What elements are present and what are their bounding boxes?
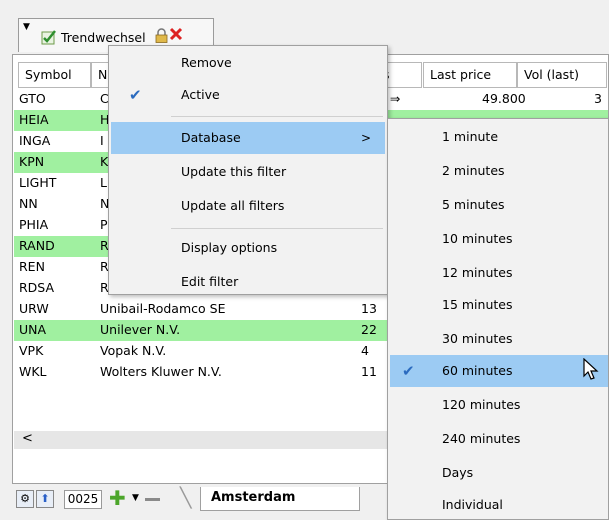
cell-name: I	[100, 133, 104, 148]
cell-symbol: RAND	[19, 238, 55, 253]
submenu-item-label: 60 minutes	[442, 363, 513, 378]
settings-icon[interactable]: ⚙	[16, 490, 34, 508]
mouse-cursor-icon	[583, 358, 599, 380]
column-header-last-price[interactable]: Last price	[423, 62, 517, 88]
submenu-item-240-minutes[interactable]: 240 minutes	[390, 423, 608, 455]
cell-volume: 3	[594, 91, 602, 106]
remove-icon[interactable]	[145, 498, 160, 501]
submenu-item-label: 12 minutes	[442, 265, 513, 280]
cell-symbol: WKL	[19, 364, 47, 379]
submenu-item-10-minutes[interactable]: 10 minutes	[390, 223, 608, 255]
submenu-item-30-minutes[interactable]: 30 minutes	[390, 323, 608, 355]
submenu-item-days[interactable]: Days	[390, 457, 608, 489]
menu-item-label: Database	[181, 130, 241, 145]
menu-item-update-this-filter[interactable]: Update this filter	[111, 156, 385, 188]
cell-symbol: HEIA	[19, 112, 49, 127]
cell-symbol: NN	[19, 196, 38, 211]
submenu-item-15-minutes[interactable]: 15 minutes	[390, 289, 608, 321]
submenu-item-label: Days	[442, 465, 474, 480]
submenu-item-label: 120 minutes	[442, 397, 521, 412]
add-icon[interactable]: ✚	[109, 488, 126, 508]
submenu-item-60-minutes[interactable]: ✔ 60 minutes	[390, 355, 608, 387]
menu-separator	[171, 116, 383, 117]
cell-name: Wolters Kluwer N.V.	[100, 364, 222, 379]
menu-item-display-options[interactable]: Display options	[111, 232, 385, 264]
cell-name: Vopak N.V.	[100, 343, 167, 358]
submenu-item-label: 2 minutes	[442, 163, 505, 178]
submenu-item-label: Individual	[442, 497, 503, 512]
submenu-item-individual[interactable]: Individual	[390, 489, 608, 520]
scroll-left-icon[interactable]: <	[22, 431, 33, 446]
cell-value: 4	[361, 343, 369, 358]
column-header-vol-last[interactable]: Vol (last)	[517, 62, 607, 88]
menu-item-label: Edit filter	[181, 274, 239, 289]
dropdown-arrow-icon[interactable]: ▼	[23, 22, 30, 32]
submenu-item-label: 15 minutes	[442, 297, 513, 312]
cell-last-price: 49.800	[482, 91, 526, 106]
tab-separator: ╲	[180, 487, 192, 509]
submenu-item-label: 240 minutes	[442, 431, 521, 446]
submenu-item-2-minutes[interactable]: 2 minutes	[390, 155, 608, 187]
cell-value: 22	[361, 322, 377, 337]
checkmark-icon	[41, 30, 56, 45]
cell-symbol: VPK	[19, 343, 44, 358]
menu-item-active[interactable]: ✔ Active	[111, 79, 385, 111]
submenu-item-label: 5 minutes	[442, 197, 505, 212]
cell-name: L	[100, 175, 107, 190]
menu-item-update-all-filters[interactable]: Update all filters	[111, 190, 385, 222]
cell-symbol: RDSA	[19, 280, 55, 295]
cell-symbol: UNA	[19, 322, 47, 337]
checkmark-icon: ✔	[402, 362, 415, 380]
cell-symbol: PHIA	[19, 217, 49, 232]
checkmark-icon: ✔	[129, 86, 142, 104]
submenu-item-label: 10 minutes	[442, 231, 513, 246]
cell-symbol: REN	[19, 259, 45, 274]
submenu-item-12-minutes[interactable]: 12 minutes	[390, 257, 608, 289]
menu-item-label: Update this filter	[181, 164, 287, 179]
lock-icon[interactable]	[155, 28, 168, 43]
menu-item-label: Display options	[181, 240, 278, 255]
menu-separator	[171, 228, 383, 229]
filter-count: 0025	[64, 490, 102, 509]
submenu-item-5-minutes[interactable]: 5 minutes	[390, 189, 608, 221]
filter-tab-label: Trendwechsel	[61, 30, 146, 45]
menu-item-label: Active	[181, 87, 220, 102]
menu-item-database[interactable]: Database >	[111, 122, 385, 154]
cell-symbol: URW	[19, 301, 49, 316]
database-submenu: 1 minute 2 minutes 5 minutes 10 minutes …	[387, 118, 609, 520]
menu-item-edit-filter[interactable]: Edit filter	[111, 266, 385, 298]
cell-name: Unilever N.V.	[100, 322, 181, 337]
column-header-symbol[interactable]: Symbol	[18, 62, 91, 88]
upload-icon[interactable]: ⬆	[36, 490, 54, 508]
cell-symbol: INGA	[19, 133, 51, 148]
cell-symbol: LIGHT	[19, 175, 57, 190]
cell-symbol: GTO	[19, 91, 46, 106]
cell-value: 11	[361, 364, 377, 379]
cell-symbol: KPN	[19, 154, 45, 169]
submenu-item-1-minute[interactable]: 1 minute	[390, 121, 608, 153]
cell-name: K	[100, 154, 109, 169]
delete-icon[interactable]	[169, 27, 183, 41]
context-menu: Remove ✔ Active Database > Update this f…	[108, 45, 388, 295]
cell-value: 13	[361, 301, 377, 316]
cell-name: P	[100, 217, 108, 232]
chevron-down-icon[interactable]: ▼	[132, 493, 139, 503]
submenu-item-120-minutes[interactable]: 120 minutes	[390, 389, 608, 421]
tab-amsterdam[interactable]: Amsterdam	[200, 487, 360, 511]
menu-item-remove[interactable]: Remove	[111, 47, 385, 79]
cell-name: Unibail-Rodamco SE	[100, 301, 226, 316]
submenu-item-label: 30 minutes	[442, 331, 513, 346]
menu-item-label: Update all filters	[181, 198, 285, 213]
submenu-item-label: 1 minute	[442, 129, 499, 144]
menu-item-label: Remove	[181, 55, 232, 70]
chevron-right-icon: >	[360, 131, 371, 145]
app-window: ▼ Trendwechsel Symbol Na s Last price Vo…	[0, 0, 609, 520]
